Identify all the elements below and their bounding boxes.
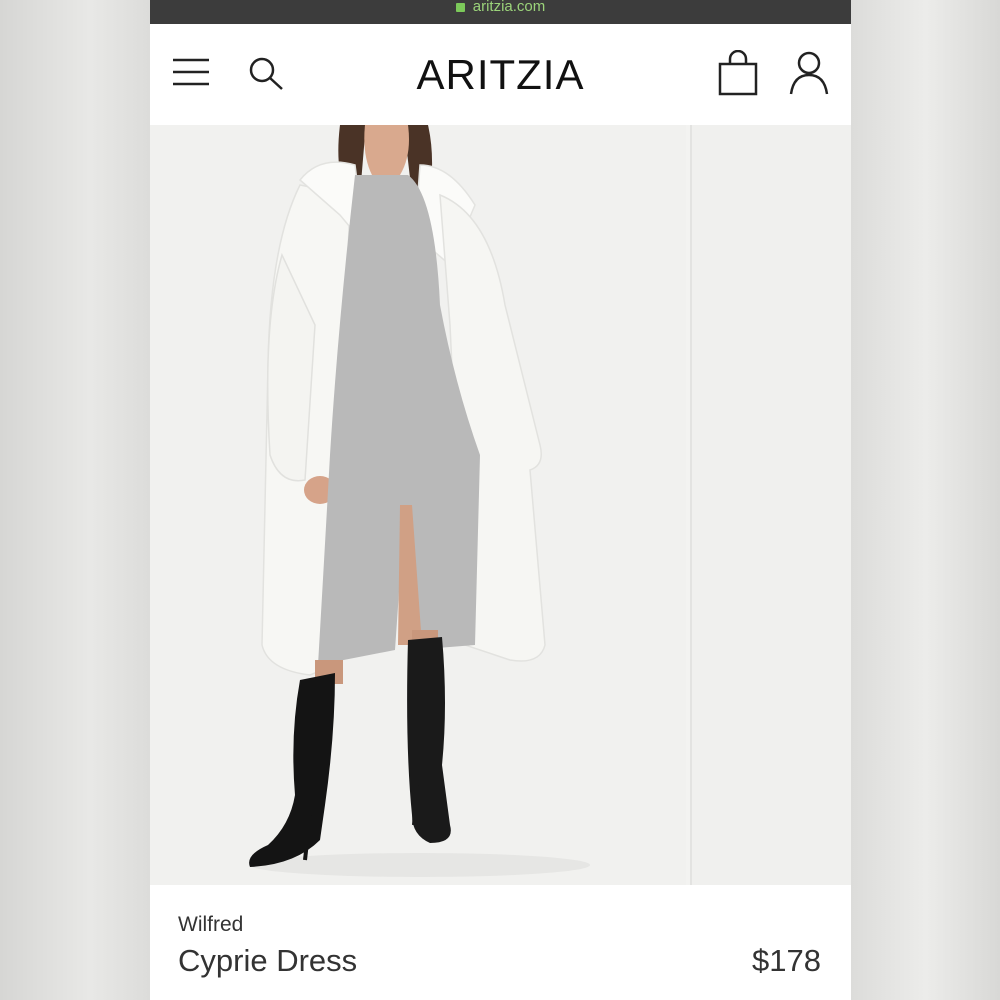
product-photo[interactable] <box>150 125 686 885</box>
lock-icon <box>455 2 465 12</box>
product-name[interactable]: Cyprie Dress <box>178 943 357 979</box>
shopping-bag-icon[interactable] <box>718 49 758 96</box>
site-header: ARITZIA <box>150 24 851 125</box>
phone-screen: aritzia.com ARITZIA Wilfred Cyprie Dress… <box>150 0 851 1000</box>
backdrop-left <box>0 0 150 1000</box>
backdrop-right <box>851 0 1000 1000</box>
product-gallery[interactable] <box>150 125 851 885</box>
model-illustration <box>249 125 590 877</box>
product-price: $178 <box>752 943 821 978</box>
url-text: aritzia.com <box>472 0 546 15</box>
product-brand[interactable]: Wilfred <box>178 913 243 937</box>
next-product-photo[interactable] <box>690 125 851 885</box>
browser-url-bar[interactable]: aritzia.com <box>150 0 851 24</box>
account-icon[interactable] <box>788 50 830 96</box>
product-info: Wilfred Cyprie Dress $178 <box>150 885 851 1000</box>
